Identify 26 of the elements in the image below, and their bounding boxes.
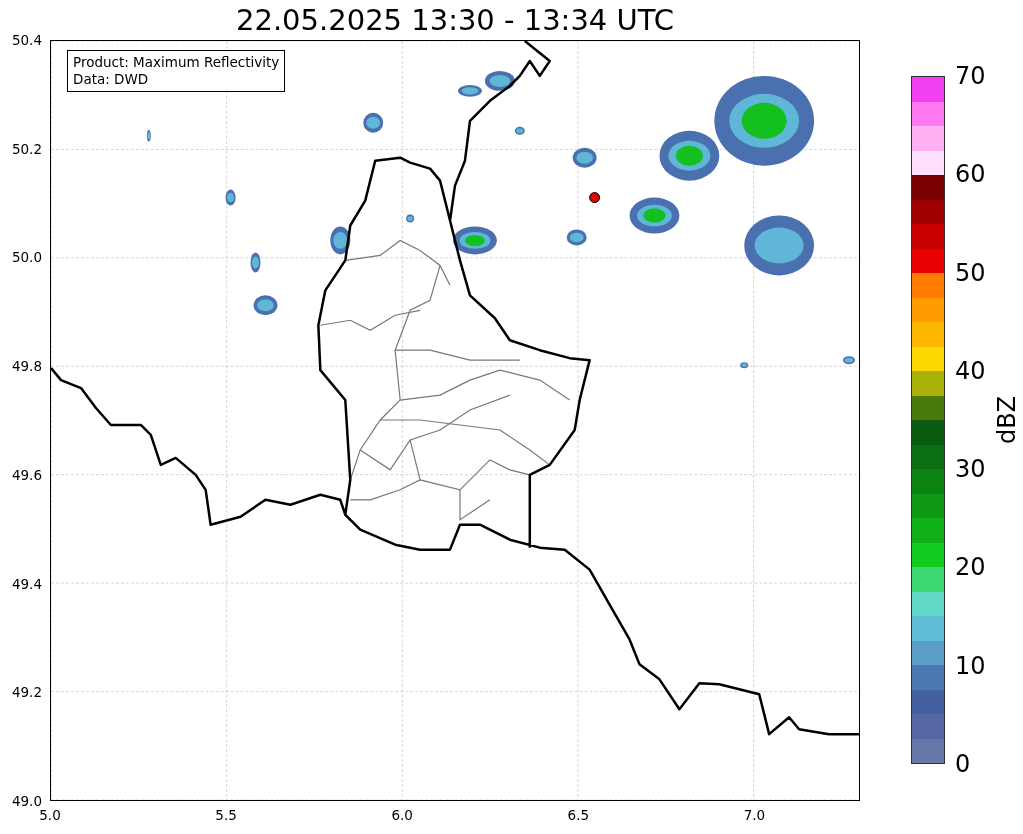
x-tick-label: 5.5 bbox=[215, 807, 237, 823]
y-tick-label: 49.2 bbox=[11, 684, 42, 701]
colorbar-tick-label: 70 bbox=[955, 62, 986, 90]
y-tick-label: 50.4 bbox=[11, 32, 42, 48]
legend-text: Data: DWD bbox=[73, 71, 150, 88]
y-tick-label: 49.4 bbox=[11, 575, 42, 592]
colorbar-tick-label: 0 bbox=[955, 750, 971, 778]
y-tick-label: 49.8 bbox=[11, 358, 42, 375]
colorbar-tick-label: 40 bbox=[955, 356, 986, 385]
legend-text: Product: Maximum Reflectivity bbox=[73, 54, 280, 71]
y-tick-label: 49.6 bbox=[11, 466, 42, 483]
y-tick-label: 49.0 bbox=[11, 793, 42, 809]
location-marker bbox=[589, 192, 601, 204]
y-tick-label: 50.0 bbox=[11, 249, 42, 266]
colorbar-tick-label: 50 bbox=[955, 258, 986, 287]
colorbar-tick-label: 10 bbox=[955, 651, 986, 680]
y-tick-label: 50.2 bbox=[11, 140, 42, 157]
x-tick-label: 6.5 bbox=[567, 807, 590, 823]
colorbar-tick-label: 60 bbox=[955, 160, 986, 189]
x-tick-label: 7.0 bbox=[743, 807, 766, 823]
colorbar-tick-label: 30 bbox=[955, 455, 986, 484]
colorbar-label: dBZ bbox=[993, 395, 1021, 445]
chart-title: 22.05.2025 13:30 - 13:34 UTC bbox=[235, 2, 675, 39]
colorbar-tick-label: 20 bbox=[955, 553, 986, 582]
x-tick-label: 6.0 bbox=[391, 807, 413, 823]
x-tick-label: 5.0 bbox=[39, 807, 61, 823]
